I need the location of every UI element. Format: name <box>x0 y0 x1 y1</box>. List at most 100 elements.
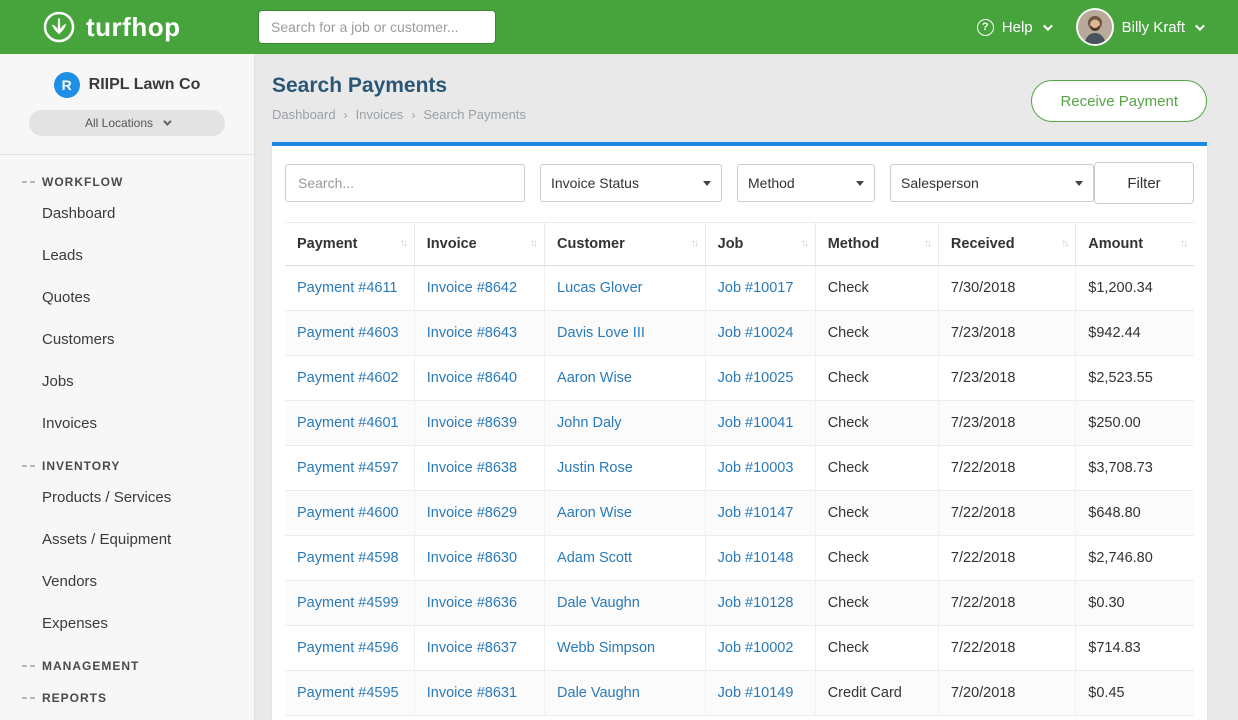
help-menu[interactable]: ? Help <box>977 19 1050 36</box>
cell-payment: Payment #4601 <box>285 401 414 446</box>
invoice-link[interactable]: Invoice #8640 <box>427 370 517 386</box>
sidebar-item-products-services[interactable]: Products / Services <box>0 477 254 519</box>
job-link[interactable]: Job #10017 <box>718 280 794 296</box>
payments-table: Payment↑↓Invoice↑↓Customer↑↓Job↑↓Method↑… <box>285 222 1194 716</box>
user-menu[interactable]: Billy Kraft <box>1076 8 1202 46</box>
job-link[interactable]: Job #10149 <box>718 685 794 701</box>
job-link[interactable]: Job #10148 <box>718 550 794 566</box>
cell-customer: Aaron Wise <box>545 356 706 401</box>
payment-link[interactable]: Payment #4601 <box>297 415 399 431</box>
sidebar-item-jobs[interactable]: Jobs <box>0 361 254 403</box>
invoice-link[interactable]: Invoice #8637 <box>427 640 517 656</box>
job-link[interactable]: Job #10025 <box>718 370 794 386</box>
customer-link[interactable]: Adam Scott <box>557 550 632 566</box>
payment-link[interactable]: Payment #4599 <box>297 595 399 611</box>
table-row: Payment #4596 Invoice #8637 Webb Simpson Jo… <box>285 626 1194 671</box>
cell-payment: Payment #4599 <box>285 581 414 626</box>
customer-link[interactable]: Aaron Wise <box>557 370 632 386</box>
payment-link[interactable]: Payment #4600 <box>297 505 399 521</box>
brand-logo[interactable]: turfhop <box>42 10 258 44</box>
breadcrumb-dashboard[interactable]: Dashboard <box>272 107 336 122</box>
invoice-link[interactable]: Invoice #8636 <box>427 595 517 611</box>
column-header-method[interactable]: Method↑↓ <box>815 223 938 266</box>
column-header-customer[interactable]: Customer↑↓ <box>545 223 706 266</box>
filter-button[interactable]: Filter <box>1094 162 1194 204</box>
global-search-input[interactable] <box>258 10 496 44</box>
customer-link[interactable]: Justin Rose <box>557 460 633 476</box>
invoice-status-select[interactable]: Invoice Status <box>540 164 722 202</box>
customer-link[interactable]: Webb Simpson <box>557 640 655 656</box>
sort-icon[interactable]: ↑↓ <box>1180 238 1186 249</box>
sort-icon[interactable]: ↑↓ <box>691 238 697 249</box>
sort-icon[interactable]: ↑↓ <box>924 238 930 249</box>
customer-link[interactable]: John Daly <box>557 415 621 431</box>
nav-section-workflow: WORKFLOW <box>0 161 254 193</box>
cell-received: 7/22/2018 <box>938 536 1075 581</box>
invoice-link[interactable]: Invoice #8629 <box>427 505 517 521</box>
sidebar-item-leads[interactable]: Leads <box>0 235 254 277</box>
breadcrumb-current: Search Payments <box>423 107 526 122</box>
help-label: Help <box>1002 19 1033 36</box>
section-dash-icon <box>22 697 35 699</box>
receive-payment-button[interactable]: Receive Payment <box>1031 80 1207 122</box>
breadcrumb-invoices[interactable]: Invoices <box>356 107 404 122</box>
column-header-amount[interactable]: Amount↑↓ <box>1076 223 1194 266</box>
cell-method: Check <box>815 266 938 311</box>
invoice-link[interactable]: Invoice #8631 <box>427 685 517 701</box>
customer-link[interactable]: Dale Vaughn <box>557 595 640 611</box>
job-link[interactable]: Job #10147 <box>718 505 794 521</box>
cell-payment: Payment #4596 <box>285 626 414 671</box>
sidebar-item-invoices[interactable]: Invoices <box>0 403 254 445</box>
customer-link[interactable]: Aaron Wise <box>557 505 632 521</box>
table-search-input[interactable] <box>285 164 525 202</box>
invoice-link[interactable]: Invoice #8639 <box>427 415 517 431</box>
job-link[interactable]: Job #10128 <box>718 595 794 611</box>
sidebar-item-vendors[interactable]: Vendors <box>0 561 254 603</box>
customer-link[interactable]: Dale Vaughn <box>557 685 640 701</box>
invoice-link[interactable]: Invoice #8642 <box>427 280 517 296</box>
payment-link[interactable]: Payment #4611 <box>297 280 398 296</box>
column-header-invoice[interactable]: Invoice↑↓ <box>414 223 544 266</box>
sidebar-item-dashboard[interactable]: Dashboard <box>0 193 254 235</box>
sort-icon[interactable]: ↑↓ <box>400 238 406 249</box>
sort-icon[interactable]: ↑↓ <box>1061 238 1067 249</box>
cell-customer: Dale Vaughn <box>545 671 706 716</box>
invoice-link[interactable]: Invoice #8638 <box>427 460 517 476</box>
cell-amount: $648.80 <box>1076 491 1194 536</box>
locations-dropdown[interactable]: All Locations <box>29 110 225 136</box>
payment-link[interactable]: Payment #4598 <box>297 550 399 566</box>
company-switcher[interactable]: R RIIPL Lawn Co <box>0 72 254 98</box>
payment-link[interactable]: Payment #4595 <box>297 685 399 701</box>
customer-link[interactable]: Lucas Glover <box>557 280 642 296</box>
breadcrumb-separator-icon: › <box>344 108 348 122</box>
cell-amount: $3,708.73 <box>1076 446 1194 491</box>
salesperson-select[interactable]: Salesperson <box>890 164 1094 202</box>
method-select[interactable]: Method <box>737 164 875 202</box>
job-link[interactable]: Job #10002 <box>718 640 794 656</box>
page-title: Search Payments <box>272 74 526 98</box>
table-row: Payment #4598 Invoice #8630 Adam Scott Job … <box>285 536 1194 581</box>
payment-link[interactable]: Payment #4603 <box>297 325 399 341</box>
sidebar-item-expenses[interactable]: Expenses <box>0 603 254 645</box>
cell-customer: Webb Simpson <box>545 626 706 671</box>
column-header-job[interactable]: Job↑↓ <box>705 223 815 266</box>
sort-icon[interactable]: ↑↓ <box>801 238 807 249</box>
sidebar-item-assets-equipment[interactable]: Assets / Equipment <box>0 519 254 561</box>
job-link[interactable]: Job #10041 <box>718 415 794 431</box>
invoice-link[interactable]: Invoice #8643 <box>427 325 517 341</box>
cell-method: Check <box>815 581 938 626</box>
sidebar-item-customers[interactable]: Customers <box>0 319 254 361</box>
invoice-link[interactable]: Invoice #8630 <box>427 550 517 566</box>
cell-method: Check <box>815 401 938 446</box>
payment-link[interactable]: Payment #4597 <box>297 460 399 476</box>
column-header-received[interactable]: Received↑↓ <box>938 223 1075 266</box>
payment-link[interactable]: Payment #4596 <box>297 640 399 656</box>
sidebar-item-quotes[interactable]: Quotes <box>0 277 254 319</box>
column-header-payment[interactable]: Payment↑↓ <box>285 223 414 266</box>
chevron-down-icon <box>1043 21 1053 31</box>
payment-link[interactable]: Payment #4602 <box>297 370 399 386</box>
job-link[interactable]: Job #10003 <box>718 460 794 476</box>
customer-link[interactable]: Davis Love III <box>557 325 645 341</box>
job-link[interactable]: Job #10024 <box>718 325 794 341</box>
sort-icon[interactable]: ↑↓ <box>530 238 536 249</box>
